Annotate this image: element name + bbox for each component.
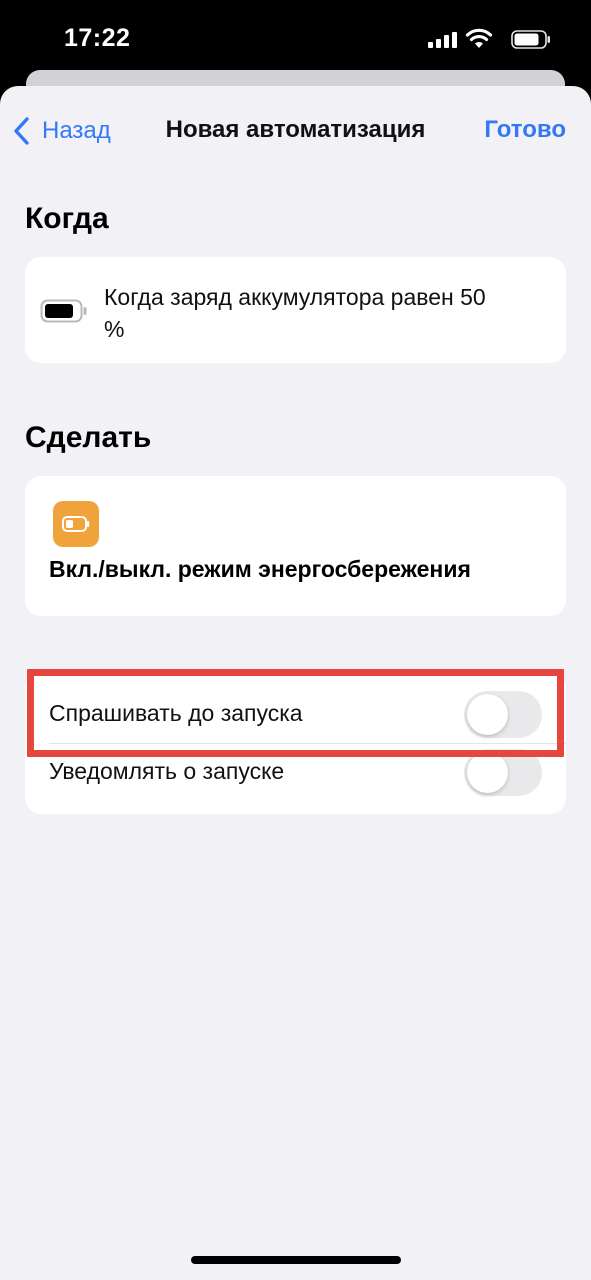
trigger-card[interactable]: Когда заряд аккумулятора равен 50 % <box>25 257 566 363</box>
status-icons <box>421 28 551 52</box>
ask-before-running-switch[interactable] <box>464 691 542 738</box>
wifi-icon <box>465 28 493 48</box>
low-power-battery-icon <box>53 501 99 547</box>
switch-knob <box>467 752 508 793</box>
notify-on-run-row: Уведомлять о запуске <box>25 744 566 801</box>
when-section-title: Когда <box>25 202 109 235</box>
notify-on-run-label: Уведомлять о запуске <box>49 758 285 784</box>
back-button-label: Назад <box>42 117 111 144</box>
trigger-description: Когда заряд аккумулятора равен 50 % <box>104 284 486 342</box>
navigation-bar: Назад Новая автоматизация Готово <box>0 86 591 176</box>
switch-knob <box>467 694 508 735</box>
done-button[interactable]: Готово <box>484 116 566 144</box>
status-bar: 17:22 <box>0 0 591 80</box>
cellular-signal-icon <box>428 32 457 48</box>
action-label: Вкл./выкл. режим энергосбережения <box>49 556 471 582</box>
back-button[interactable]: Назад <box>12 114 111 148</box>
battery-icon <box>40 299 87 323</box>
options-card: Спрашивать до запуска Уведомлять о запус… <box>25 672 566 814</box>
home-indicator <box>191 1256 401 1264</box>
notify-on-run-switch[interactable] <box>464 749 542 796</box>
status-time: 17:22 <box>64 24 131 52</box>
action-card[interactable]: Вкл./выкл. режим энергосбережения <box>25 476 566 616</box>
do-section-title: Сделать <box>25 421 152 454</box>
ask-before-running-label: Спрашивать до запуска <box>49 700 303 726</box>
ask-before-running-row: Спрашивать до запуска <box>25 686 566 743</box>
chevron-left-icon <box>14 117 29 145</box>
battery-icon <box>511 30 550 49</box>
new-automation-sheet: Назад Новая автоматизация Готово Когда К… <box>0 86 591 1280</box>
